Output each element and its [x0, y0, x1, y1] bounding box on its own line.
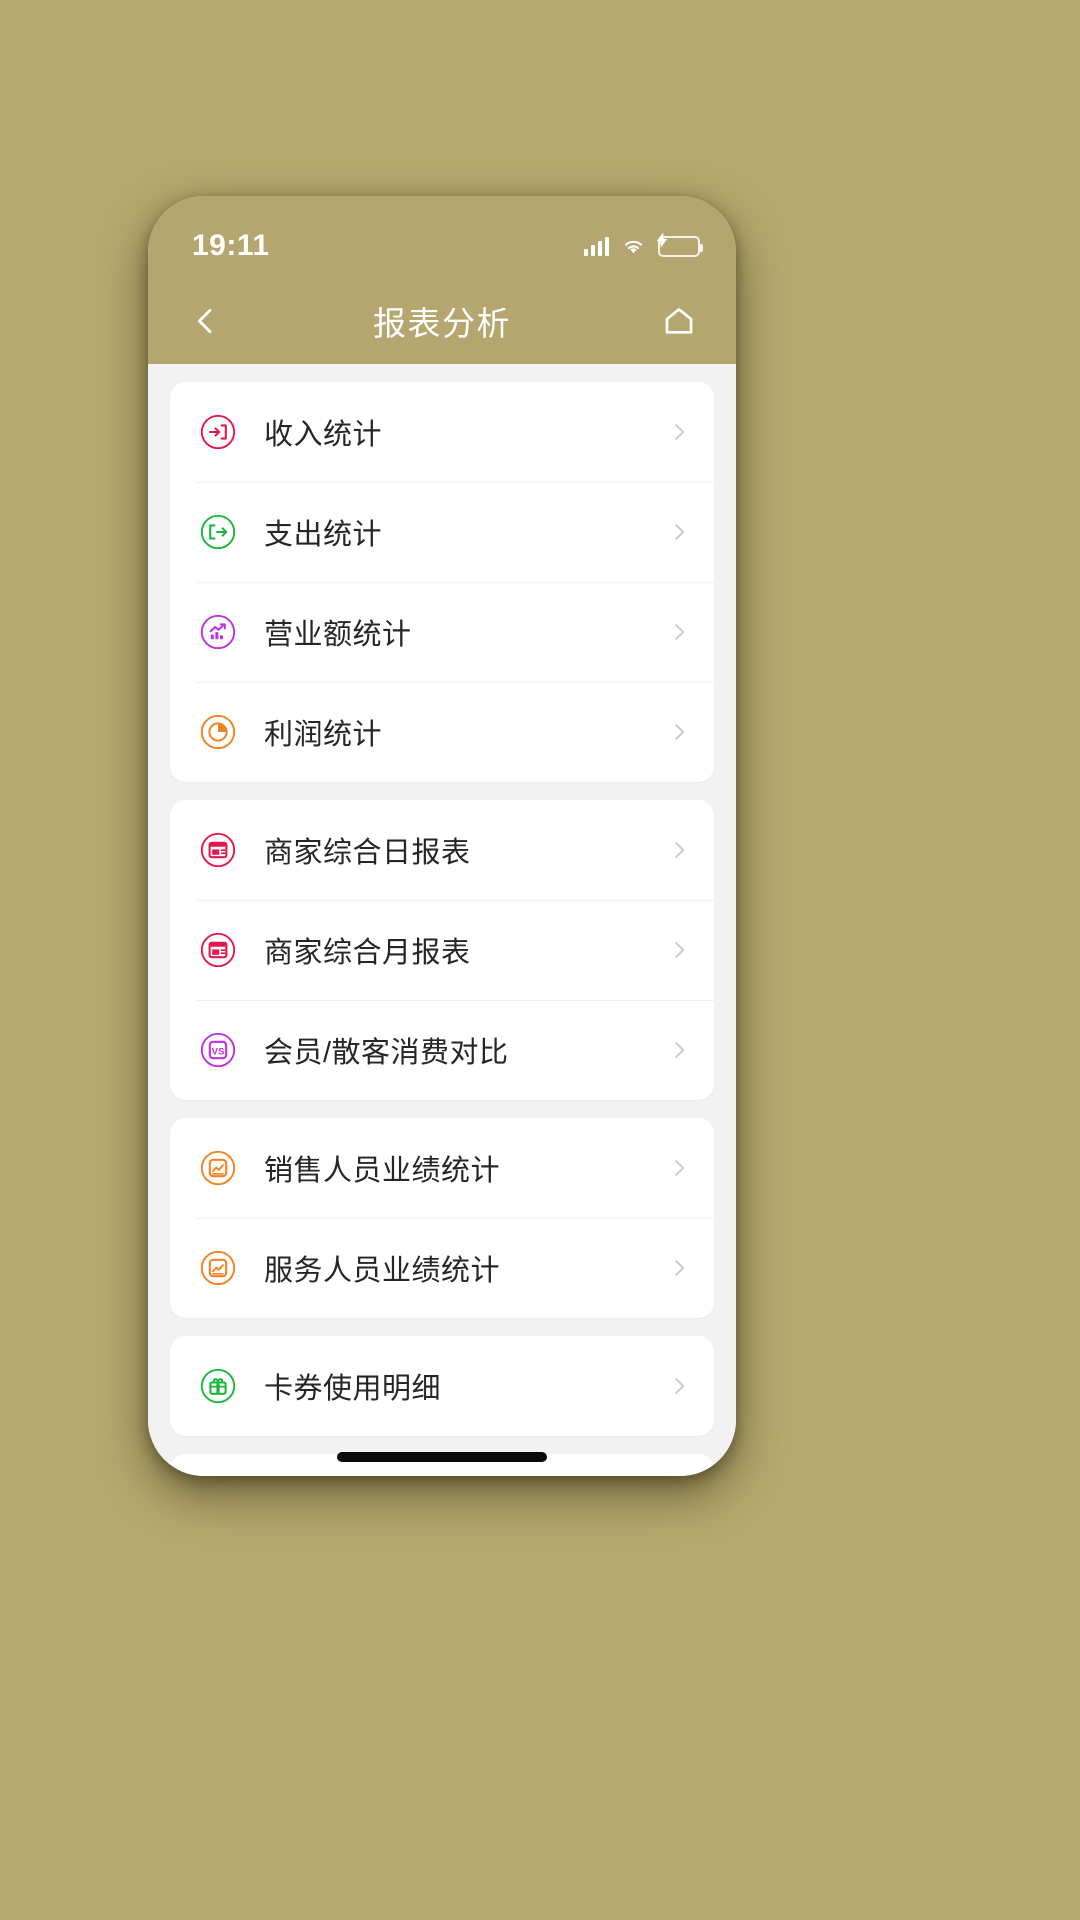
income-arrow-in-icon: [196, 410, 240, 454]
expense-arrow-out-icon: [196, 510, 240, 554]
service-performance-icon: [196, 1246, 240, 1290]
list-item-label: 卡券使用明细: [264, 1373, 442, 1405]
chevron-right-icon: [668, 621, 690, 643]
report-list-scroll[interactable]: 收入统计 支出统计 营业额统计 利润统计 商家综合日报表 商家综合月报表 VS …: [148, 364, 736, 1476]
versus-compare-icon: VS: [196, 1028, 240, 1072]
list-item[interactable]: 卡券使用明细: [170, 1336, 714, 1436]
list-item[interactable]: 利润统计: [170, 682, 714, 782]
chevron-right-icon: [668, 521, 690, 543]
coupon-gift-icon: [196, 1364, 240, 1408]
home-button[interactable]: [656, 298, 702, 344]
list-item[interactable]: 收入统计: [170, 382, 714, 482]
phone-frame: 19:11 报表分析 收入统计 支出统计 营业额统计 利润统计 商家综合日报表 …: [148, 196, 736, 1476]
status-bar: 19:11: [148, 196, 736, 278]
status-bar-time: 19:11: [192, 229, 270, 262]
trending-chart-icon: [196, 610, 240, 654]
list-item[interactable]: 支出统计: [170, 482, 714, 582]
report-card-staff-performance: 销售人员业绩统计 服务人员业绩统计: [170, 1118, 714, 1318]
status-bar-icons: [584, 218, 703, 257]
list-item[interactable]: 商家综合月报表: [170, 900, 714, 1000]
list-item[interactable]: 营业额统计: [170, 582, 714, 682]
list-item-label: 支出统计: [264, 519, 383, 551]
chevron-right-icon: [668, 1257, 690, 1279]
chevron-right-icon: [668, 1157, 690, 1179]
list-item-label: 营业额统计: [264, 619, 412, 651]
chevron-left-icon: [197, 308, 212, 334]
sales-performance-icon: [196, 1146, 240, 1190]
chevron-right-icon: [668, 1039, 690, 1061]
signal-bars-icon: [584, 236, 609, 256]
chevron-right-icon: [668, 421, 690, 443]
chevron-right-icon: [668, 839, 690, 861]
chevron-right-icon: [668, 939, 690, 961]
report-card-finance-stats: 收入统计 支出统计 营业额统计 利润统计: [170, 382, 714, 782]
list-item-label: 会员/散客消费对比: [264, 1037, 509, 1069]
home-indicator-bar: [337, 1452, 547, 1462]
page-title: 报表分析: [373, 305, 511, 342]
list-item[interactable]: VS 会员/散客消费对比: [170, 1000, 714, 1100]
battery-charging-icon: [656, 232, 703, 257]
list-item-label: 商家综合日报表: [264, 837, 471, 869]
home-icon: [665, 308, 693, 334]
report-daily-icon: [196, 828, 240, 872]
pie-chart-icon: [196, 710, 240, 754]
report-card-coupon-usage: 卡券使用明细: [170, 1336, 714, 1436]
list-item-label: 服务人员业绩统计: [264, 1255, 501, 1287]
list-item[interactable]: 商家综合日报表: [170, 800, 714, 900]
list-item[interactable]: 服务人员业绩统计: [170, 1218, 714, 1318]
wifi-icon: [625, 240, 642, 254]
list-item-label: 收入统计: [264, 419, 383, 451]
chevron-right-icon: [668, 1375, 690, 1397]
report-card-merchant-reports: 商家综合日报表 商家综合月报表 VS 会员/散客消费对比: [170, 800, 714, 1100]
list-item-label: 利润统计: [264, 719, 383, 751]
svg-text:VS: VS: [212, 1046, 225, 1057]
charging-bolt-icon: [656, 232, 668, 247]
nav-bar: 报表分析: [148, 278, 736, 364]
list-item-label: 商家综合月报表: [264, 937, 471, 969]
back-button[interactable]: [182, 298, 228, 344]
report-monthly-icon: [196, 928, 240, 972]
chevron-right-icon: [668, 721, 690, 743]
list-item-label: 销售人员业绩统计: [264, 1155, 501, 1187]
list-item[interactable]: 销售人员业绩统计: [170, 1118, 714, 1218]
